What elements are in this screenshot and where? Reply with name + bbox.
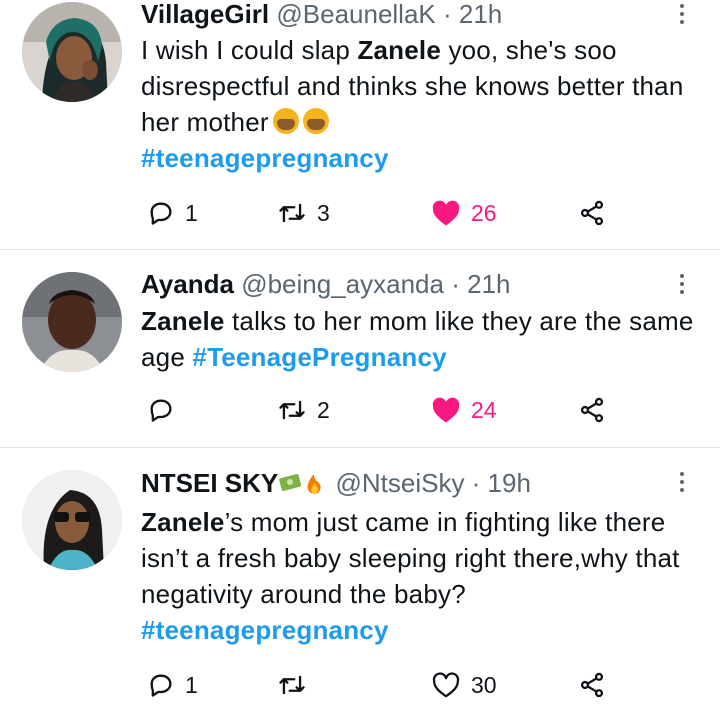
reply-icon <box>150 202 172 225</box>
more-options-icon[interactable] <box>672 2 692 26</box>
display-name[interactable]: VillageGirl <box>141 0 269 29</box>
money-fire-emoji-icon <box>278 470 328 502</box>
facepalm-emoji-icon <box>272 108 299 134</box>
share-button[interactable] <box>577 198 607 228</box>
tweet-3[interactable]: NTSEI SKY @NtseiSky · 19h Zanele’s mom j… <box>0 448 720 721</box>
like-button[interactable]: 26 <box>431 198 497 228</box>
facepalm-emoji-icon <box>302 108 329 134</box>
retweet-button[interactable]: 3 <box>277 198 330 228</box>
tweet-header: VillageGirl @BeaunellaK · 21h <box>141 0 502 29</box>
mention-bold: Zanele <box>357 35 442 65</box>
heart-icon <box>432 672 460 698</box>
tweet-actions: 2 24 <box>141 395 621 425</box>
heart-icon <box>432 397 460 423</box>
tweet-text: Zanele talks to her mom like they are th… <box>141 303 701 375</box>
hashtag-link[interactable]: #TeenagePregnancy <box>192 342 446 372</box>
tweet-text: Zanele’s mom just came in fighting like … <box>141 504 701 648</box>
retweet-button[interactable]: 2 <box>277 395 330 425</box>
handle-and-time[interactable]: @NtseiSky · 19h <box>335 468 530 498</box>
display-name[interactable]: Ayanda <box>141 269 234 299</box>
retweet-count: 2 <box>317 396 330 423</box>
avatar-image <box>22 470 122 570</box>
tweet-header: Ayanda @being_ayxanda · 21h <box>141 269 510 299</box>
handle-and-time[interactable]: @being_ayxanda · 21h <box>241 269 510 299</box>
reply-count: 1 <box>185 671 198 698</box>
tweet-header: NTSEI SKY @NtseiSky · 19h <box>141 468 531 502</box>
tweet-text-start: I wish I could slap <box>141 35 358 65</box>
more-options-icon[interactable] <box>672 470 692 494</box>
retweet-icon <box>279 203 305 223</box>
tweet-text: I wish I could slap Zanele yoo, she's so… <box>141 32 701 176</box>
avatar-image <box>22 2 122 102</box>
avatar[interactable] <box>22 2 122 102</box>
heart-icon <box>432 200 460 226</box>
retweet-count: 3 <box>317 199 330 226</box>
like-count: 30 <box>471 671 497 698</box>
hashtag-link[interactable]: #teenagepregnancy <box>141 143 389 173</box>
avatar[interactable] <box>22 272 122 372</box>
avatar-image <box>22 272 122 372</box>
reply-icon <box>150 674 172 697</box>
more-options-icon[interactable] <box>672 272 692 296</box>
avatar[interactable] <box>22 470 122 570</box>
mention-bold: Zanele <box>141 306 225 336</box>
tweet-2[interactable]: Ayanda @being_ayxanda · 21h Zanele talks… <box>0 250 720 447</box>
reply-button[interactable]: 1 <box>147 670 198 700</box>
share-icon <box>580 672 604 698</box>
like-button[interactable]: 24 <box>431 395 497 425</box>
retweet-button[interactable] <box>277 670 317 700</box>
mention-bold: Zanele <box>141 507 225 537</box>
retweet-icon <box>279 675 305 695</box>
share-icon <box>580 200 604 226</box>
tweet-actions: 1 3 26 <box>141 198 621 228</box>
share-icon <box>580 397 604 423</box>
like-button[interactable]: 30 <box>431 670 497 700</box>
share-button[interactable] <box>577 670 607 700</box>
share-button[interactable] <box>577 395 607 425</box>
reply-icon <box>150 399 172 422</box>
retweet-icon <box>279 400 305 420</box>
tweet-actions: 1 30 <box>141 670 621 700</box>
like-count: 26 <box>471 199 497 226</box>
handle-and-time[interactable]: @BeaunellaK · 21h <box>276 0 502 29</box>
reply-count: 1 <box>185 199 198 226</box>
display-name[interactable]: NTSEI SKY <box>141 468 278 498</box>
reply-button[interactable]: 1 <box>147 198 198 228</box>
tweet-1[interactable]: VillageGirl @BeaunellaK · 21h I wish I c… <box>0 0 720 249</box>
reply-button[interactable] <box>147 395 185 425</box>
like-count: 24 <box>471 396 497 423</box>
hashtag-link[interactable]: #teenagepregnancy <box>141 615 389 645</box>
